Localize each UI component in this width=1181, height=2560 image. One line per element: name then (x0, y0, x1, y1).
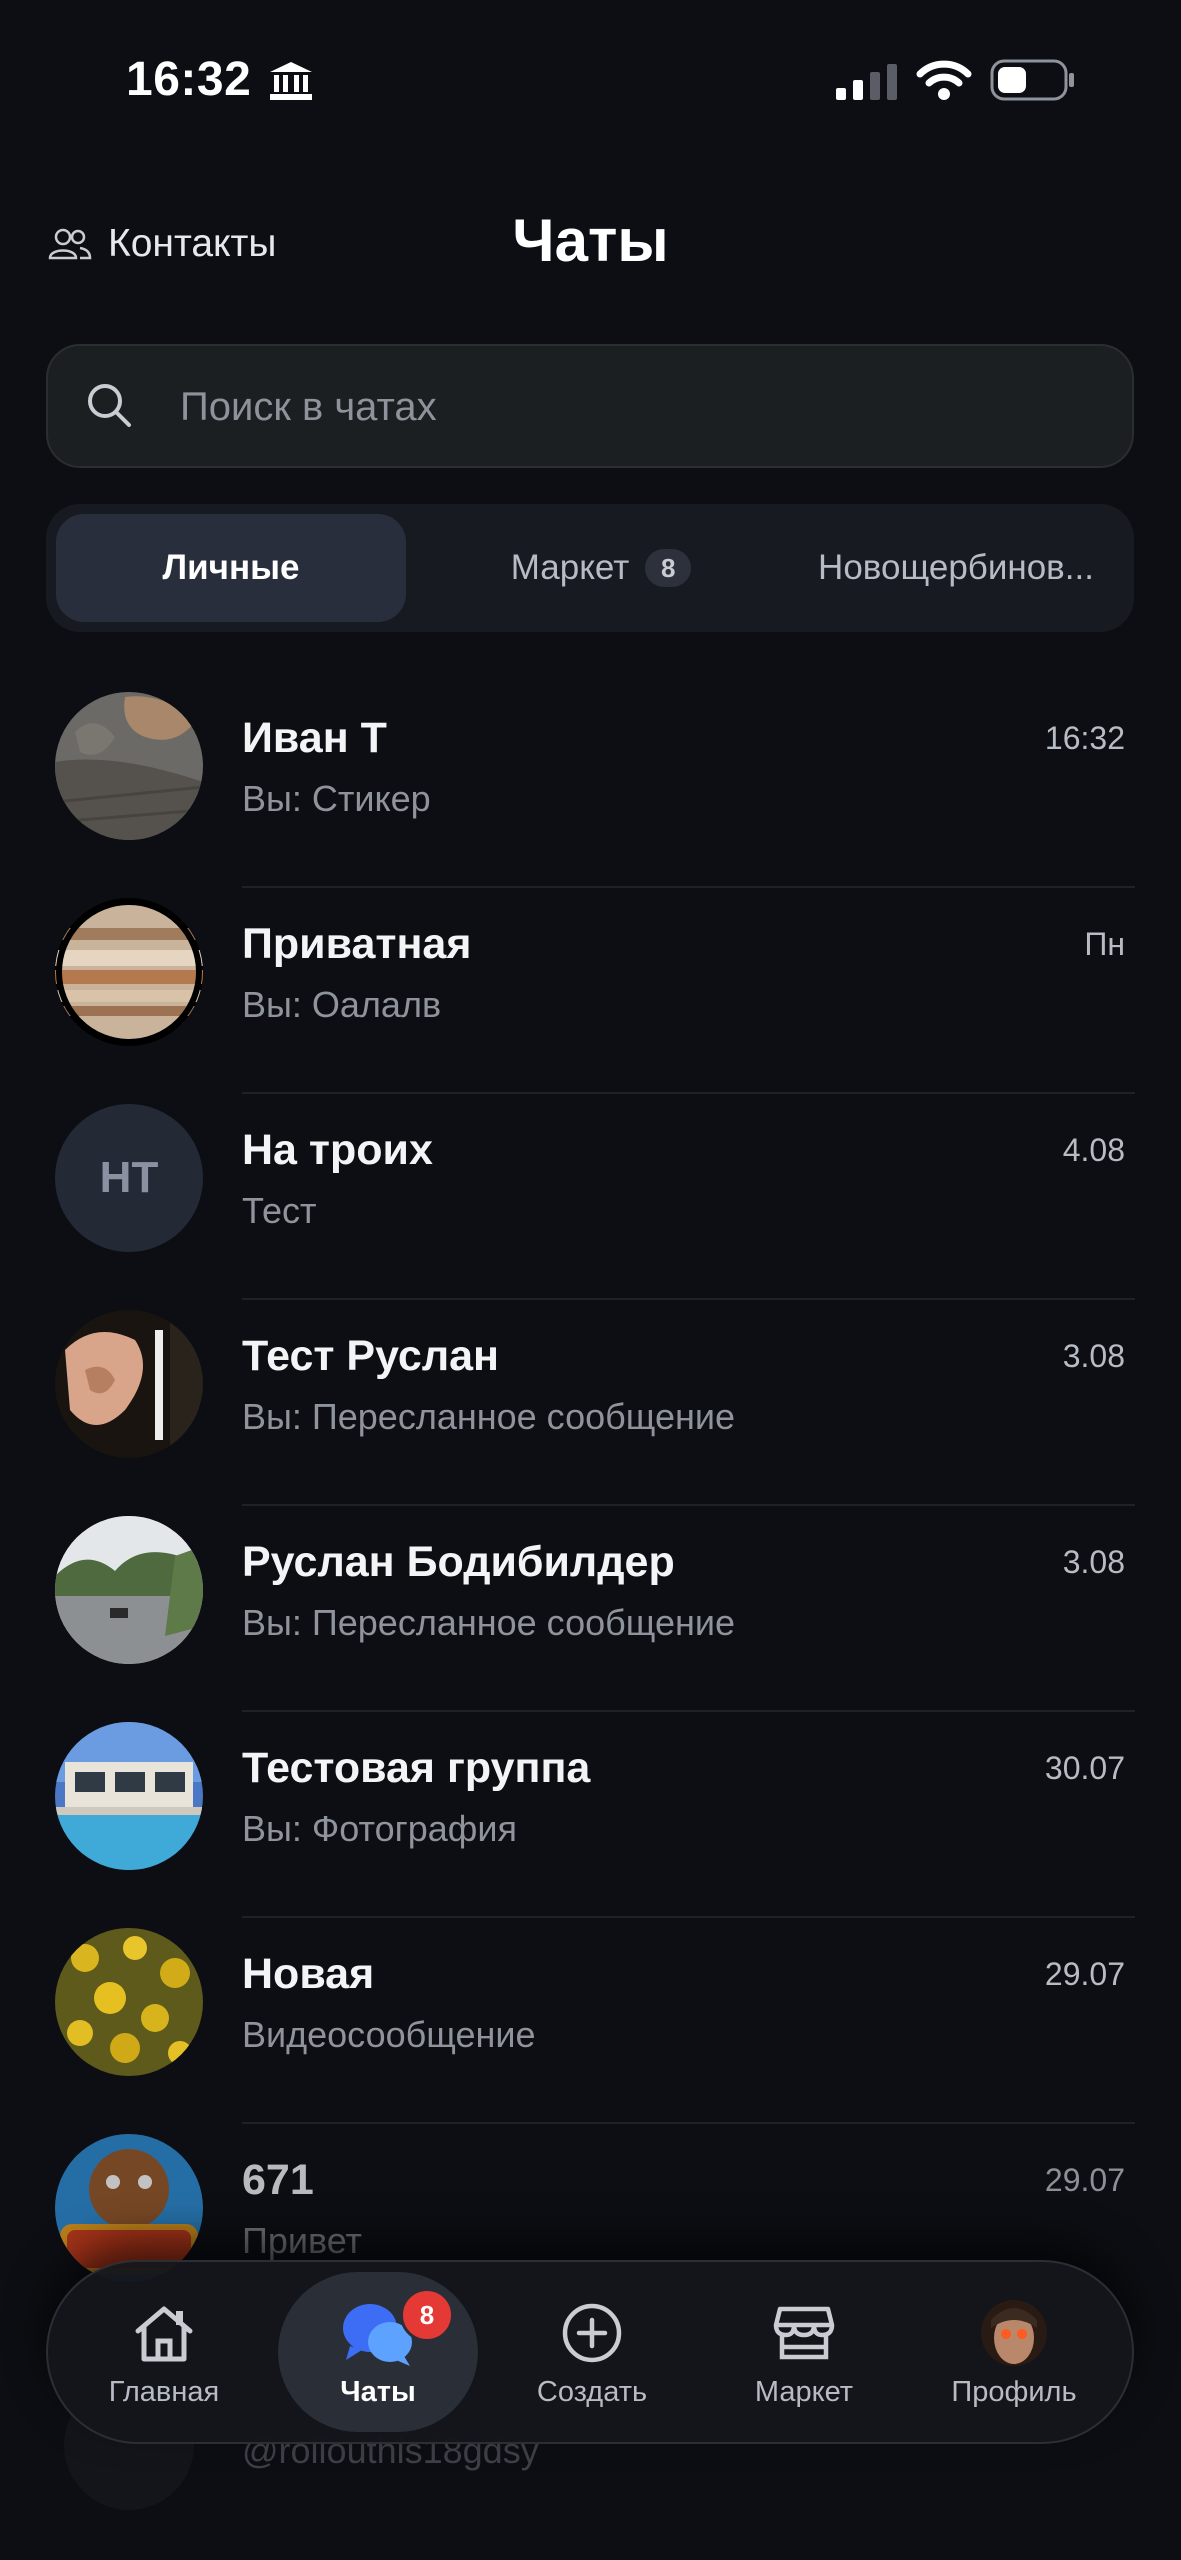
home-icon (132, 2298, 196, 2368)
store-icon (772, 2298, 836, 2368)
chat-preview: Вы: Пересланное сообщение (242, 1602, 735, 1643)
nav-create-label: Создать (536, 2376, 648, 2408)
wifi-icon (916, 60, 972, 100)
chat-row[interactable]: Новая Видеосообщение 29.07 (0, 1918, 1181, 2124)
nav-profile-label: Профиль (951, 2376, 1077, 2408)
chat-preview: Видеосообщение (242, 2014, 536, 2055)
chat-row[interactable]: НТ На троих Тест 4.08 (0, 1094, 1181, 1300)
chat-time: 16:32 (1044, 720, 1125, 756)
nav-chats-label: Чаты (340, 2376, 416, 2408)
profile-avatar (979, 2298, 1049, 2368)
chat-row[interactable]: Руслан Бодибилдер Вы: Пересланное сообще… (0, 1506, 1181, 1712)
chat-name: Иван Т (242, 714, 387, 762)
chat-time: 4.08 (1062, 1132, 1125, 1168)
cellular-signal-icon (836, 64, 897, 100)
plus-circle-icon (561, 2298, 623, 2368)
bank-icon (270, 62, 312, 100)
chat-name: Тестовая группа (242, 1744, 591, 1792)
chat-name: 671 (242, 2156, 314, 2204)
chat-preview: Привет (242, 2220, 363, 2261)
chat-preview: Тест (242, 1190, 317, 1231)
chat-time: 29.07 (1044, 1956, 1125, 1992)
avatar (55, 898, 203, 1046)
status-time: 16:32 (126, 53, 252, 106)
page-title: Чаты (512, 207, 669, 274)
nav-home-label: Главная (108, 2376, 220, 2408)
avatar (55, 1516, 203, 1664)
tab-personal-label: Личные (162, 548, 300, 587)
chat-preview: Вы: Пересланное сообщение (242, 1396, 735, 1437)
nav-home[interactable]: Главная (64, 2272, 264, 2432)
chat-time: 3.08 (1062, 1338, 1125, 1374)
avatar-initials: НТ (55, 1104, 203, 1252)
chat-name: Новая (242, 1950, 375, 1998)
chat-name: Приватная (242, 920, 472, 968)
search-input[interactable] (178, 366, 1082, 448)
nav-create[interactable]: Создать (492, 2272, 692, 2432)
chats-unread-badge: 8 (400, 2288, 454, 2342)
nav-profile[interactable]: Профиль (914, 2272, 1114, 2432)
chat-time: 29.07 (1044, 2162, 1125, 2198)
bottom-navigation: Главная 8 Чаты Создать Маркет Профиль (46, 2260, 1134, 2444)
chat-row[interactable]: Тестовая группа Вы: Фотография 30.07 (0, 1712, 1181, 1918)
search-bar[interactable] (46, 344, 1134, 468)
chat-preview: Вы: Стикер (242, 778, 431, 819)
tab-market-label: Маркет (510, 548, 630, 587)
battery-icon (990, 59, 1074, 101)
chat-name: На троих (242, 1126, 433, 1174)
avatar (55, 1310, 203, 1458)
chat-time: 3.08 (1062, 1544, 1125, 1580)
chat-time: 30.07 (1044, 1750, 1125, 1786)
chat-row[interactable]: Приватная Вы: Оалалв Пн (0, 888, 1181, 1094)
chat-preview: Вы: Фотография (242, 1808, 517, 1849)
tab-community-label: Новощербинов... (818, 548, 1094, 587)
chat-row[interactable]: Тест Руслан Вы: Пересланное сообщение 3.… (0, 1300, 1181, 1506)
chat-row[interactable]: Иван Т Вы: Стикер 16:32 (0, 682, 1181, 888)
tab-market-badge: 8 (645, 549, 692, 587)
chat-name: Тест Руслан (242, 1332, 500, 1380)
nav-market-label: Маркет (754, 2376, 854, 2408)
nav-chats[interactable]: 8 Чаты (278, 2272, 478, 2432)
chat-list: Иван Т Вы: Стикер 16:32 Приватная Вы: Оа… (0, 682, 1181, 2330)
avatar (55, 1928, 203, 2076)
chat-filter-tabs: Личные Маркет 8 Новощербинов... (46, 504, 1134, 632)
avatar (55, 1722, 203, 1870)
nav-market[interactable]: Маркет (704, 2272, 904, 2432)
chat-time: Пн (1084, 926, 1125, 962)
tab-market[interactable]: Маркет 8 (426, 514, 776, 622)
chats-icon: 8 (340, 2288, 454, 2368)
status-bar: 16:32 (0, 0, 1181, 160)
search-icon (88, 384, 131, 427)
chat-preview: Вы: Оалалв (242, 984, 442, 1025)
tab-community[interactable]: Новощербинов... (786, 514, 1126, 622)
tab-personal[interactable]: Личные (56, 514, 406, 622)
chat-name: Руслан Бодибилдер (242, 1538, 675, 1586)
avatar (55, 692, 203, 840)
